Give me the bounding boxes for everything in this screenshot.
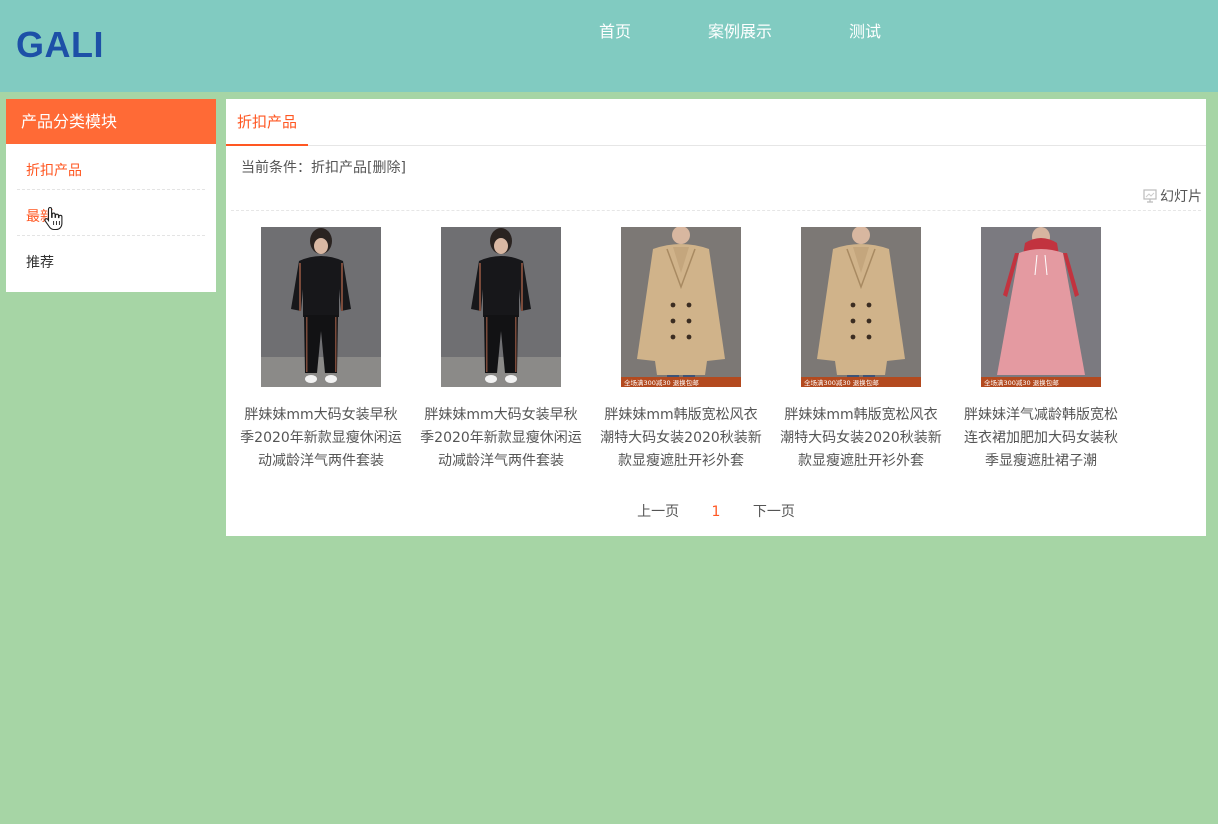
- slideshow-label: 幻灯片: [1160, 189, 1202, 205]
- product-title[interactable]: 胖妹妹洋气减龄韩版宽松连衣裙加肥加大码女装秋季显瘦遮肚裙子潮: [958, 404, 1124, 473]
- nav-item-cases[interactable]: 案例展示: [708, 18, 772, 42]
- product-title[interactable]: 胖妹妹mm韩版宽松风衣潮特大码女装2020秋装新款显瘦遮肚开衫外套: [598, 404, 764, 473]
- promo-banner: 全场满300减30 退换包邮: [984, 378, 1059, 387]
- black-tracksuit-image: [441, 227, 561, 387]
- pink-dress-image: 全场满300减30 退换包邮: [981, 227, 1101, 387]
- product-card[interactable]: 胖妹妹mm大码女装早秋季2020年新款显瘦休闲运动减龄洋气两件套装: [231, 227, 411, 473]
- condition-label: 当前条件：: [241, 160, 311, 176]
- product-image[interactable]: 全场满300减30 退换包邮: [621, 227, 741, 387]
- nav-item-test[interactable]: 测试: [849, 18, 881, 42]
- product-title[interactable]: 胖妹妹mm大码女装早秋季2020年新款显瘦休闲运动减龄洋气两件套装: [418, 404, 584, 473]
- view-toolbar: 幻灯片: [231, 183, 1202, 211]
- filter-condition: 当前条件：折扣产品[删除]: [241, 157, 406, 177]
- promo-banner: 全场满300减30 退换包邮: [804, 378, 879, 387]
- product-card[interactable]: 全场满300减30 退换包邮 胖妹妹洋气减龄韩版宽松连衣裙加肥加大码女装秋季显瘦…: [951, 227, 1131, 473]
- next-page-button[interactable]: 下一页: [753, 504, 795, 520]
- prev-page-button[interactable]: 上一页: [637, 504, 679, 520]
- product-image[interactable]: [441, 227, 561, 387]
- sidebar-item-recommended[interactable]: 推荐: [17, 236, 205, 281]
- product-image[interactable]: [261, 227, 381, 387]
- hand-cursor-icon: [44, 206, 63, 231]
- sidebar-title: 产品分类模块: [6, 99, 216, 144]
- tab-bar: 折扣产品: [226, 99, 1206, 146]
- top-header: GALI 首页 案例展示 测试: [0, 0, 1218, 92]
- product-image[interactable]: 全场满300减30 退换包邮: [981, 227, 1101, 387]
- main-nav: 首页 案例展示 测试: [0, 18, 1218, 42]
- product-grid: 胖妹妹mm大码女装早秋季2020年新款显瘦休闲运动减龄洋气两件套装 胖妹妹mm大…: [226, 227, 1206, 477]
- nav-item-home[interactable]: 首页: [599, 18, 631, 42]
- pagination: 上一页 1 下一页: [226, 501, 1206, 521]
- khaki-trench-coat-image: 全场满300减30 退换包邮: [801, 227, 921, 387]
- product-card[interactable]: 全场满300减30 退换包邮 胖妹妹mm韩版宽松风衣潮特大码女装2020秋装新款…: [591, 227, 771, 473]
- product-panel: 折扣产品 当前条件：折扣产品[删除] 幻灯片 胖妹妹mm大码女装早秋季2020年…: [226, 99, 1206, 536]
- black-tracksuit-image: [261, 227, 381, 387]
- slideshow-icon: [1143, 189, 1157, 203]
- product-title[interactable]: 胖妹妹mm大码女装早秋季2020年新款显瘦休闲运动减龄洋气两件套装: [238, 404, 404, 473]
- condition-value: 折扣产品: [311, 160, 367, 176]
- category-sidebar: 产品分类模块 折扣产品 最新 推荐: [6, 99, 216, 292]
- current-page[interactable]: 1: [712, 504, 721, 520]
- slideshow-button[interactable]: 幻灯片: [1143, 186, 1202, 206]
- delete-condition-link[interactable]: [删除]: [367, 160, 406, 176]
- product-title[interactable]: 胖妹妹mm韩版宽松风衣潮特大码女装2020秋装新款显瘦遮肚开衫外套: [778, 404, 944, 473]
- product-card[interactable]: 胖妹妹mm大码女装早秋季2020年新款显瘦休闲运动减龄洋气两件套装: [411, 227, 591, 473]
- sidebar-item-discount[interactable]: 折扣产品: [17, 144, 205, 190]
- khaki-trench-coat-image: 全场满300减30 退换包邮: [621, 227, 741, 387]
- tab-discount-products[interactable]: 折扣产品: [226, 99, 309, 146]
- product-card[interactable]: 全场满300减30 退换包邮 胖妹妹mm韩版宽松风衣潮特大码女装2020秋装新款…: [771, 227, 951, 473]
- product-image[interactable]: 全场满300减30 退换包邮: [801, 227, 921, 387]
- promo-banner: 全场满300减30 退换包邮: [624, 378, 699, 387]
